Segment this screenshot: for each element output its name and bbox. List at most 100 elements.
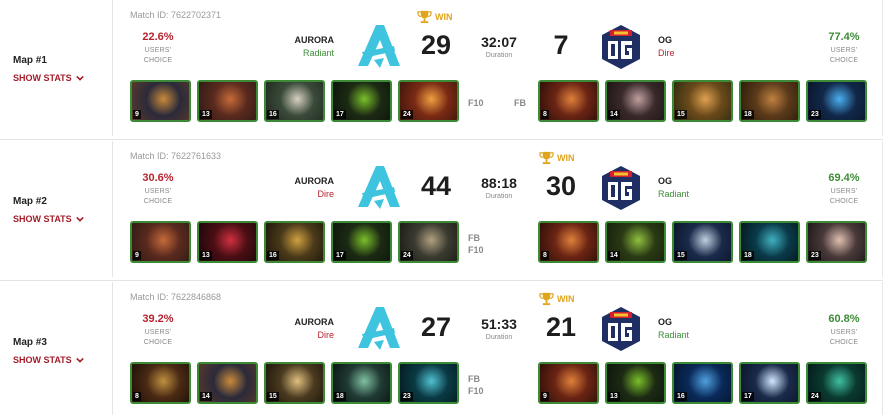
right-win-badge: WIN (539, 292, 575, 306)
hero-dark-lady-portrait[interactable]: 15 (672, 221, 733, 263)
hero-frost-serpent-portrait[interactable]: 23 (398, 362, 459, 404)
row-divider (0, 139, 883, 140)
objective-flag: FB (468, 233, 480, 243)
hero-green-shade-portrait[interactable]: 17 (331, 221, 392, 263)
left-score: 27 (420, 312, 452, 342)
trophy-icon (539, 151, 554, 165)
left-win-badge: WIN (417, 10, 453, 24)
left-score: 29 (420, 30, 452, 60)
hero-level: 8 (541, 110, 549, 119)
hero-red-brute-portrait[interactable]: 8 (538, 80, 599, 122)
row-divider (0, 280, 883, 281)
left-team-name[interactable]: AURORA (295, 176, 335, 186)
show-stats-label: SHOW STATS (13, 73, 72, 83)
right-flags: FB (514, 97, 526, 109)
map-title: Map #3 (13, 337, 47, 348)
aurora-logo-icon[interactable] (354, 304, 404, 352)
hero-white-cloak-portrait[interactable]: 16 (264, 80, 325, 122)
users-choice-line: CHOICE (143, 198, 173, 205)
hero-level: 15 (675, 251, 687, 260)
right-score: 7 (553, 30, 569, 60)
trophy-icon (417, 10, 432, 24)
hero-red-brute-portrait[interactable]: 8 (538, 221, 599, 263)
chevron-down-icon (75, 216, 84, 222)
show-stats-toggle[interactable]: SHOW STATS (13, 355, 84, 365)
hero-level: 23 (809, 251, 821, 260)
win-label: WIN (557, 294, 575, 304)
duration-label: Duration (485, 334, 513, 341)
hero-beast-rider-portrait[interactable]: 9 (130, 221, 191, 263)
hero-level: 13 (200, 251, 212, 260)
right-users-choice-pct: 60.8% (828, 313, 860, 325)
show-stats-toggle[interactable]: SHOW STATS (13, 73, 84, 83)
right-score: 21 (545, 312, 577, 342)
left-users-choice-label: USERS' CHOICE (138, 328, 178, 348)
map-label-column: Map #1 SHOW STATS (0, 0, 113, 136)
hero-teal-assassin-portrait[interactable]: 24 (806, 362, 867, 404)
hero-level: 23 (401, 392, 413, 401)
map-row-2: Map #2 SHOW STATS Match ID: 7622761633 3… (0, 141, 883, 277)
hero-green-shade-portrait[interactable]: 17 (331, 80, 392, 122)
right-hero-lineup: 8 14 15 18 23 (538, 80, 867, 122)
hero-level: 16 (267, 110, 279, 119)
left-flags: FB F10 (468, 373, 484, 397)
hero-sky-dragon-portrait[interactable]: 16 (672, 362, 733, 404)
map-label-column: Map #3 SHOW STATS (0, 282, 113, 415)
hero-beast-rider-portrait[interactable]: 13 (197, 80, 258, 122)
og-logo-icon[interactable] (601, 24, 641, 70)
right-team-side: Dire (658, 48, 675, 58)
right-win-badge: WIN (539, 151, 575, 165)
hero-level: 15 (675, 110, 687, 119)
hero-level: 17 (334, 251, 346, 260)
hero-hooded-monk-portrait[interactable]: 15 (264, 362, 325, 404)
hero-armored-knight-portrait[interactable]: 8 (130, 362, 191, 404)
match-id: Match ID: 7622702371 (130, 10, 222, 20)
hero-level: 23 (809, 110, 821, 119)
hero-red-brute-portrait[interactable]: 9 (538, 362, 599, 404)
right-hero-lineup: 8 14 15 18 23 (538, 221, 867, 263)
hero-level: 15 (267, 392, 279, 401)
map-title: Map #1 (13, 55, 47, 66)
hero-level: 13 (608, 392, 620, 401)
right-team-name[interactable]: OG (658, 176, 672, 186)
hero-light-spirit-portrait[interactable]: 17 (739, 362, 800, 404)
hero-crimson-mage-portrait[interactable]: 13 (197, 221, 258, 263)
hero-green-ogre-portrait[interactable]: 14 (605, 221, 666, 263)
hero-level: 16 (267, 251, 279, 260)
hero-level: 18 (742, 110, 754, 119)
map-row-3: Map #3 SHOW STATS Match ID: 7622846868 3… (0, 282, 883, 415)
aurora-logo-icon[interactable] (354, 163, 404, 211)
left-team-name[interactable]: AURORA (295, 317, 335, 327)
right-team-name[interactable]: OG (658, 35, 672, 45)
hero-undead-lord-portrait[interactable]: 18 (331, 362, 392, 404)
hero-storm-spirit-portrait[interactable]: 23 (806, 80, 867, 122)
hero-level: 8 (541, 251, 549, 260)
hero-level: 24 (401, 110, 413, 119)
hero-windrunner-portrait[interactable]: 15 (672, 80, 733, 122)
hero-tidal-wave-portrait[interactable]: 18 (739, 221, 800, 263)
hero-dark-knight-portrait[interactable]: 9 (130, 80, 191, 122)
hero-green-shade-portrait[interactable]: 13 (605, 362, 666, 404)
right-users-choice-label: USERS' CHOICE (822, 46, 866, 66)
left-users-choice-pct: 22.6% (142, 31, 174, 43)
hero-brown-beast-portrait[interactable]: 18 (739, 80, 800, 122)
hero-flame-maiden-portrait[interactable]: 24 (398, 80, 459, 122)
show-stats-toggle[interactable]: SHOW STATS (13, 214, 84, 224)
chevron-down-icon (75, 357, 84, 363)
right-score: 30 (545, 171, 577, 201)
right-team-name[interactable]: OG (658, 317, 672, 327)
hero-white-sage-portrait[interactable]: 23 (806, 221, 867, 263)
users-choice-line: CHOICE (829, 198, 859, 205)
left-hero-lineup: 8 14 15 18 23 (130, 362, 459, 404)
aurora-logo-icon[interactable] (354, 22, 404, 70)
hero-dark-knight-portrait[interactable]: 14 (197, 362, 258, 404)
hero-level: 14 (608, 110, 620, 119)
match-duration: 32:07 (481, 34, 517, 50)
hero-goblin-tinker-portrait[interactable]: 16 (264, 221, 325, 263)
hero-bearded-fighter-portrait[interactable]: 24 (398, 221, 459, 263)
og-logo-icon[interactable] (601, 306, 641, 352)
hero-pale-warrior-portrait[interactable]: 14 (605, 80, 666, 122)
left-team-side: Dire (317, 189, 334, 199)
left-team-name[interactable]: AURORA (295, 35, 335, 45)
og-logo-icon[interactable] (601, 165, 641, 211)
